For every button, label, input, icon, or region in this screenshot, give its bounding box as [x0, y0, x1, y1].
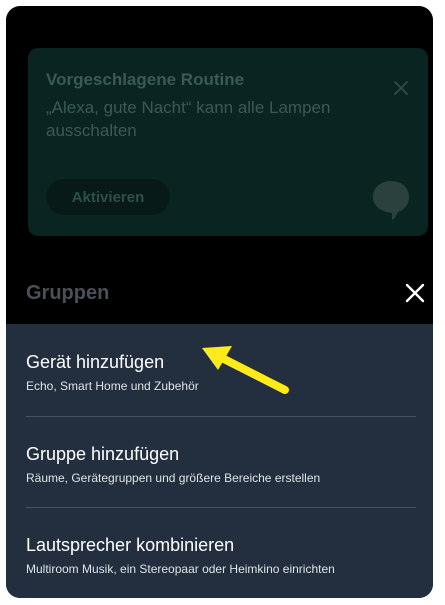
- routine-title: Vorgeschlagene Routine: [46, 70, 245, 89]
- item-title: Lautsprecher kombinieren: [26, 535, 235, 555]
- item-subtitle: Räume, Gerätegruppen und größere Bereich…: [26, 471, 321, 485]
- routine-description: „Alexa, gute Nacht“ kann alle Lampen aus…: [46, 98, 331, 140]
- close-icon[interactable]: [391, 78, 411, 98]
- sheet-title: Gruppen: [26, 282, 110, 304]
- close-icon[interactable]: [404, 282, 426, 304]
- activate-button[interactable]: Aktivieren: [46, 179, 170, 215]
- yellow-arrow-icon: [190, 340, 300, 400]
- speech-bubble-icon: [371, 179, 411, 221]
- add-group-item[interactable]: Gruppe hinzufügen Räume, Gerätegruppen u…: [6, 416, 433, 504]
- item-title: Gerät hinzufügen: [26, 352, 165, 372]
- item-subtitle: Echo, Smart Home und Zubehör: [26, 379, 199, 393]
- combine-speakers-item[interactable]: Lautsprecher kombinieren Multiroom Musik…: [6, 507, 433, 595]
- suggested-routine-card: Vorgeschlagene Routine „Alexa, gute Nach…: [28, 48, 428, 236]
- item-subtitle: Multiroom Musik, ein Stereopaar oder Hei…: [26, 562, 335, 576]
- item-title: Gruppe hinzufügen: [26, 444, 180, 464]
- phone-screen: Vorgeschlagene Routine „Alexa, gute Nach…: [6, 6, 433, 598]
- sheet-header: Gruppen: [6, 266, 433, 324]
